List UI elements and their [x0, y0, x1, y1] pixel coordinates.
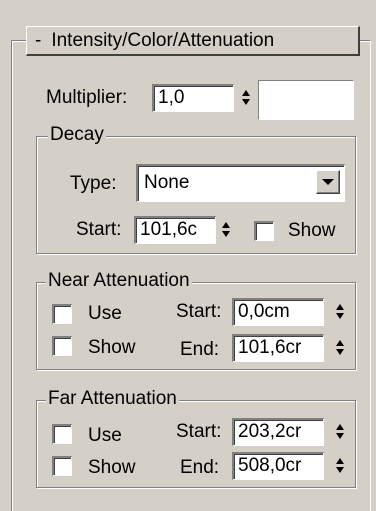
far-attenuation-title: Far Attenuation [46, 388, 179, 410]
far-start-spinner[interactable] [334, 418, 347, 446]
decay-type-dropdown[interactable]: None [136, 164, 345, 202]
multiplier-label: Multiplier: [46, 87, 128, 108]
near-show-label: Show [88, 337, 136, 358]
far-end-spinner[interactable] [334, 452, 347, 480]
spinner-up-icon [222, 222, 230, 228]
spinner-down-icon [336, 433, 344, 439]
collapse-icon: - [35, 29, 42, 51]
near-use-checkbox[interactable] [52, 304, 72, 324]
chevron-down-icon [322, 179, 334, 185]
far-use-label: Use [88, 425, 122, 446]
near-end-spinner[interactable] [334, 334, 347, 362]
spinner-up-icon [336, 424, 344, 430]
spinner-down-icon [336, 313, 344, 319]
near-show-checkbox[interactable] [52, 336, 72, 356]
near-start-label: Start: [176, 301, 222, 322]
decay-show-checkbox[interactable] [254, 221, 274, 241]
spinner-up-icon [336, 458, 344, 464]
near-end-label: End: [180, 339, 220, 360]
spinner-down-icon [336, 349, 344, 355]
decay-start-input[interactable]: 101,6c [134, 216, 216, 244]
decay-group-title: Decay [48, 124, 106, 146]
decay-start-label: Start: [76, 219, 122, 240]
far-show-label: Show [88, 457, 136, 478]
rollout-title: Intensity/Color/Attenuation [51, 29, 275, 51]
spinner-down-icon [336, 467, 344, 473]
spinner-down-icon [242, 99, 250, 105]
near-start-spinner[interactable] [334, 298, 347, 326]
decay-type-dropdown-button[interactable] [316, 170, 340, 194]
multiplier-input[interactable]: 1,0 [152, 84, 234, 112]
far-end-label: End: [180, 457, 220, 478]
far-start-input[interactable]: 203,2cr [232, 418, 324, 446]
far-start-label: Start: [176, 421, 222, 442]
near-attenuation-title: Near Attenuation [46, 270, 192, 292]
decay-show-label: Show [288, 220, 336, 241]
near-end-input[interactable]: 101,6cr [232, 334, 324, 362]
spinner-up-icon [242, 90, 250, 96]
far-show-checkbox[interactable] [52, 456, 72, 476]
far-use-checkbox[interactable] [52, 424, 72, 444]
decay-start-spinner[interactable] [220, 216, 233, 244]
decay-type-value: None [144, 172, 190, 193]
multiplier-spinner[interactable] [240, 84, 253, 112]
decay-type-label: Type: [70, 173, 117, 194]
color-swatch[interactable] [258, 80, 354, 120]
spinner-up-icon [336, 304, 344, 310]
far-end-input[interactable]: 508,0cr [232, 452, 324, 480]
near-use-label: Use [88, 303, 122, 324]
rollout-header-intensity[interactable]: - Intensity/Color/Attenuation [26, 26, 360, 56]
spinner-up-icon [336, 340, 344, 346]
spinner-down-icon [222, 231, 230, 237]
near-start-input[interactable]: 0,0cm [232, 298, 324, 326]
